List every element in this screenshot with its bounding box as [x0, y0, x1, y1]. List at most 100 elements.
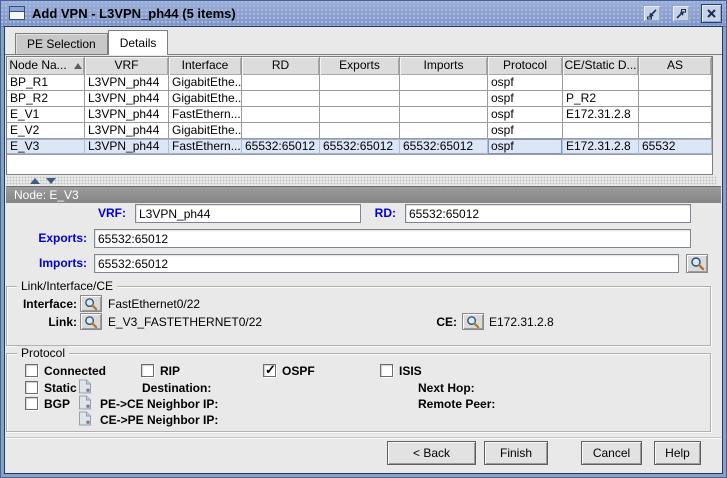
cell: GigabitEthe... [169, 91, 242, 106]
interface-search-button[interactable] [80, 295, 102, 312]
close-icon [707, 9, 716, 18]
rd-label: RD: [374, 206, 396, 220]
isis-checkbox[interactable] [380, 364, 393, 377]
add-destination-icon[interactable] [78, 379, 92, 394]
magnifier-icon [467, 315, 480, 328]
add-pe-ce-neighbor-icon[interactable] [78, 395, 92, 410]
bgp-label: BGP [44, 397, 71, 411]
column-header-exports[interactable]: Exports [320, 57, 400, 75]
finish-button[interactable]: Finish [484, 441, 548, 465]
help-button[interactable]: Help [654, 441, 701, 465]
tab-bar: PE Selection Details [5, 27, 722, 55]
cell: ospf [488, 91, 563, 106]
collapse-up-icon[interactable] [30, 178, 40, 184]
cell: 65532 [639, 139, 712, 154]
cell [400, 91, 488, 106]
interface-value: FastEthernet0/22 [108, 297, 201, 311]
column-header-vrf[interactable]: VRF [85, 57, 169, 75]
node-detail-header: Node: E_V3 [6, 186, 721, 203]
cell: BP_R1 [7, 75, 85, 90]
link-search-button[interactable] [80, 313, 102, 330]
cell [242, 123, 320, 138]
cell [320, 107, 400, 122]
column-header-ce-static[interactable]: CE/Static D... [563, 57, 639, 75]
split-divider[interactable] [6, 176, 717, 185]
cell: GigabitEthe... [169, 75, 242, 90]
cell [400, 107, 488, 122]
cell: E_V3 [7, 139, 85, 154]
ce-search-button[interactable] [462, 313, 484, 330]
titlebar[interactable]: Add VPN - L3VPN_ph44 (5 items) [1, 1, 726, 27]
cell [242, 107, 320, 122]
table-row-bp-r1[interactable]: BP_R1 L3VPN_ph44 GigabitEthe... ospf [7, 75, 712, 91]
cell: FastEthern... [169, 107, 242, 122]
table-row-e-v2[interactable]: E_V2 L3VPN_ph44 GigabitEthe... ospf [7, 123, 712, 139]
cell: 65532:65012 [320, 139, 400, 154]
interface-label: Interface: [22, 297, 77, 311]
cell [242, 91, 320, 106]
exports-input[interactable] [94, 229, 691, 248]
static-checkbox[interactable] [25, 381, 38, 394]
vpn-endpoints-table: Node Na... VRF Interface RD Exports Impo… [6, 56, 713, 175]
imports-search-button[interactable] [686, 254, 708, 273]
table-header-row: Node Na... VRF Interface RD Exports Impo… [7, 57, 712, 75]
sort-ascending-icon [73, 63, 82, 69]
rd-input[interactable] [405, 204, 691, 223]
ce-pe-neighbor-label: CE->PE Neighbor IP: [100, 413, 219, 427]
column-header-interface[interactable]: Interface [169, 57, 242, 75]
magnifier-icon [690, 257, 704, 271]
connected-checkbox[interactable] [25, 364, 38, 377]
cell [320, 75, 400, 90]
cancel-button[interactable]: Cancel [581, 441, 642, 465]
cell [563, 75, 639, 90]
window-title: Add VPN - L3VPN_ph44 (5 items) [32, 6, 236, 21]
cell [639, 123, 712, 138]
cell: FastEthern... [169, 139, 242, 154]
cell: GigabitEthe... [169, 123, 242, 138]
column-header-rd[interactable]: RD [242, 57, 320, 75]
rip-label: RIP [160, 364, 181, 378]
column-header-node-name[interactable]: Node Na... [7, 57, 85, 75]
cell: ospf [488, 107, 563, 122]
pe-ce-neighbor-label: PE->CE Neighbor IP: [100, 397, 219, 411]
close-button[interactable] [701, 4, 722, 23]
table-row-e-v3-selected[interactable]: E_V3 L3VPN_ph44 FastEthern... 65532:65012 65… [7, 139, 712, 155]
link-value: E_V3_FASTETHERNET0/22 [108, 315, 263, 329]
minimize-button[interactable] [643, 5, 661, 22]
table-row-e-v1[interactable]: E_V1 L3VPN_ph44 FastEthern... ospf E172.31.2… [7, 107, 712, 123]
column-header-protocol[interactable]: Protocol [488, 57, 563, 75]
vrf-input[interactable] [135, 204, 361, 223]
cell [320, 91, 400, 106]
vrf-label: VRF: [98, 206, 126, 220]
dialog-content: PE Selection Details Node Na... VRF Inte… [4, 26, 723, 474]
cell: L3VPN_ph44 [85, 75, 169, 90]
cell [563, 123, 639, 138]
exports-label: Exports: [38, 231, 87, 245]
column-header-imports[interactable]: Imports [400, 57, 488, 75]
cell: 65532:65012 [242, 139, 320, 154]
bgp-checkbox[interactable] [25, 397, 38, 410]
add-ce-pe-neighbor-icon[interactable] [78, 411, 92, 426]
magnifier-icon [85, 297, 98, 310]
rip-checkbox[interactable] [141, 364, 154, 377]
ospf-checkbox[interactable] [263, 362, 276, 378]
cell [639, 75, 712, 90]
ce-value: E172.31.2.8 [489, 315, 554, 329]
table-row-bp-r2[interactable]: BP_R2 L3VPN_ph44 GigabitEthe... ospf P_R2 [7, 91, 712, 107]
tab-pe-selection[interactable]: PE Selection [15, 33, 108, 54]
collapse-down-icon[interactable] [46, 178, 56, 184]
cell [400, 75, 488, 90]
protocol-group-title: Protocol [17, 346, 70, 360]
next-hop-label: Next Hop: [418, 381, 475, 395]
cell: E172.31.2.8 [563, 139, 639, 154]
link-group-title: Link/Interface/CE [17, 279, 118, 293]
imports-input[interactable] [94, 254, 679, 273]
footer-separator [6, 437, 721, 439]
tab-details[interactable]: Details [107, 30, 169, 55]
cell: L3VPN_ph44 [85, 123, 169, 138]
maximize-button[interactable] [672, 5, 690, 22]
ce-label: CE: [436, 315, 457, 329]
column-header-as[interactable]: AS [639, 57, 712, 75]
back-button[interactable]: < Back [387, 441, 476, 465]
cell [639, 91, 712, 106]
